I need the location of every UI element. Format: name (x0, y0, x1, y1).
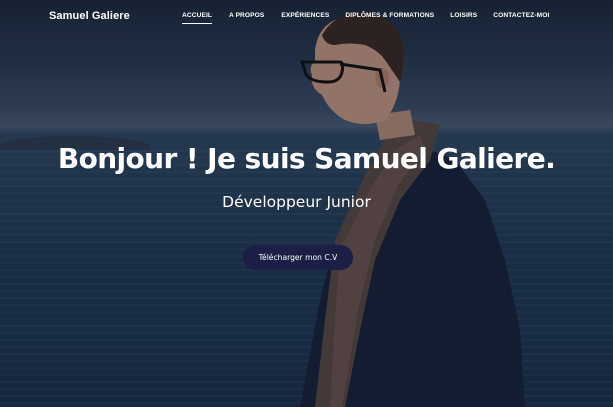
hero-title: Bonjour ! Je suis Samuel Galiere. (57, 142, 556, 175)
brand-logo[interactable]: Samuel Galiere (49, 10, 130, 22)
hero-subtitle: Développeur Junior (222, 193, 371, 211)
nav-link-loisirs[interactable]: LOISIRS (450, 12, 477, 23)
nav-link-experiences[interactable]: EXPÉRIENCES (281, 12, 329, 23)
nav-link-a-propos[interactable]: A PROPOS (229, 12, 264, 23)
nav-link-accueil[interactable]: ACCUEIL (182, 12, 213, 24)
nav-menu: ACCUEIL A PROPOS EXPÉRIENCES DIPLÔMES & … (182, 12, 549, 24)
nav-link-contactez-moi[interactable]: CONTACTEZ-MOI (493, 12, 549, 23)
download-cv-button[interactable]: Télécharger mon C.V (243, 245, 353, 270)
hero-section: Samuel Galiere ACCUEIL A PROPOS EXPÉRIEN… (0, 0, 613, 407)
nav-link-diplomes-formations[interactable]: DIPLÔMES & FORMATIONS (345, 12, 434, 23)
top-navbar: Samuel Galiere ACCUEIL A PROPOS EXPÉRIEN… (0, 0, 613, 36)
